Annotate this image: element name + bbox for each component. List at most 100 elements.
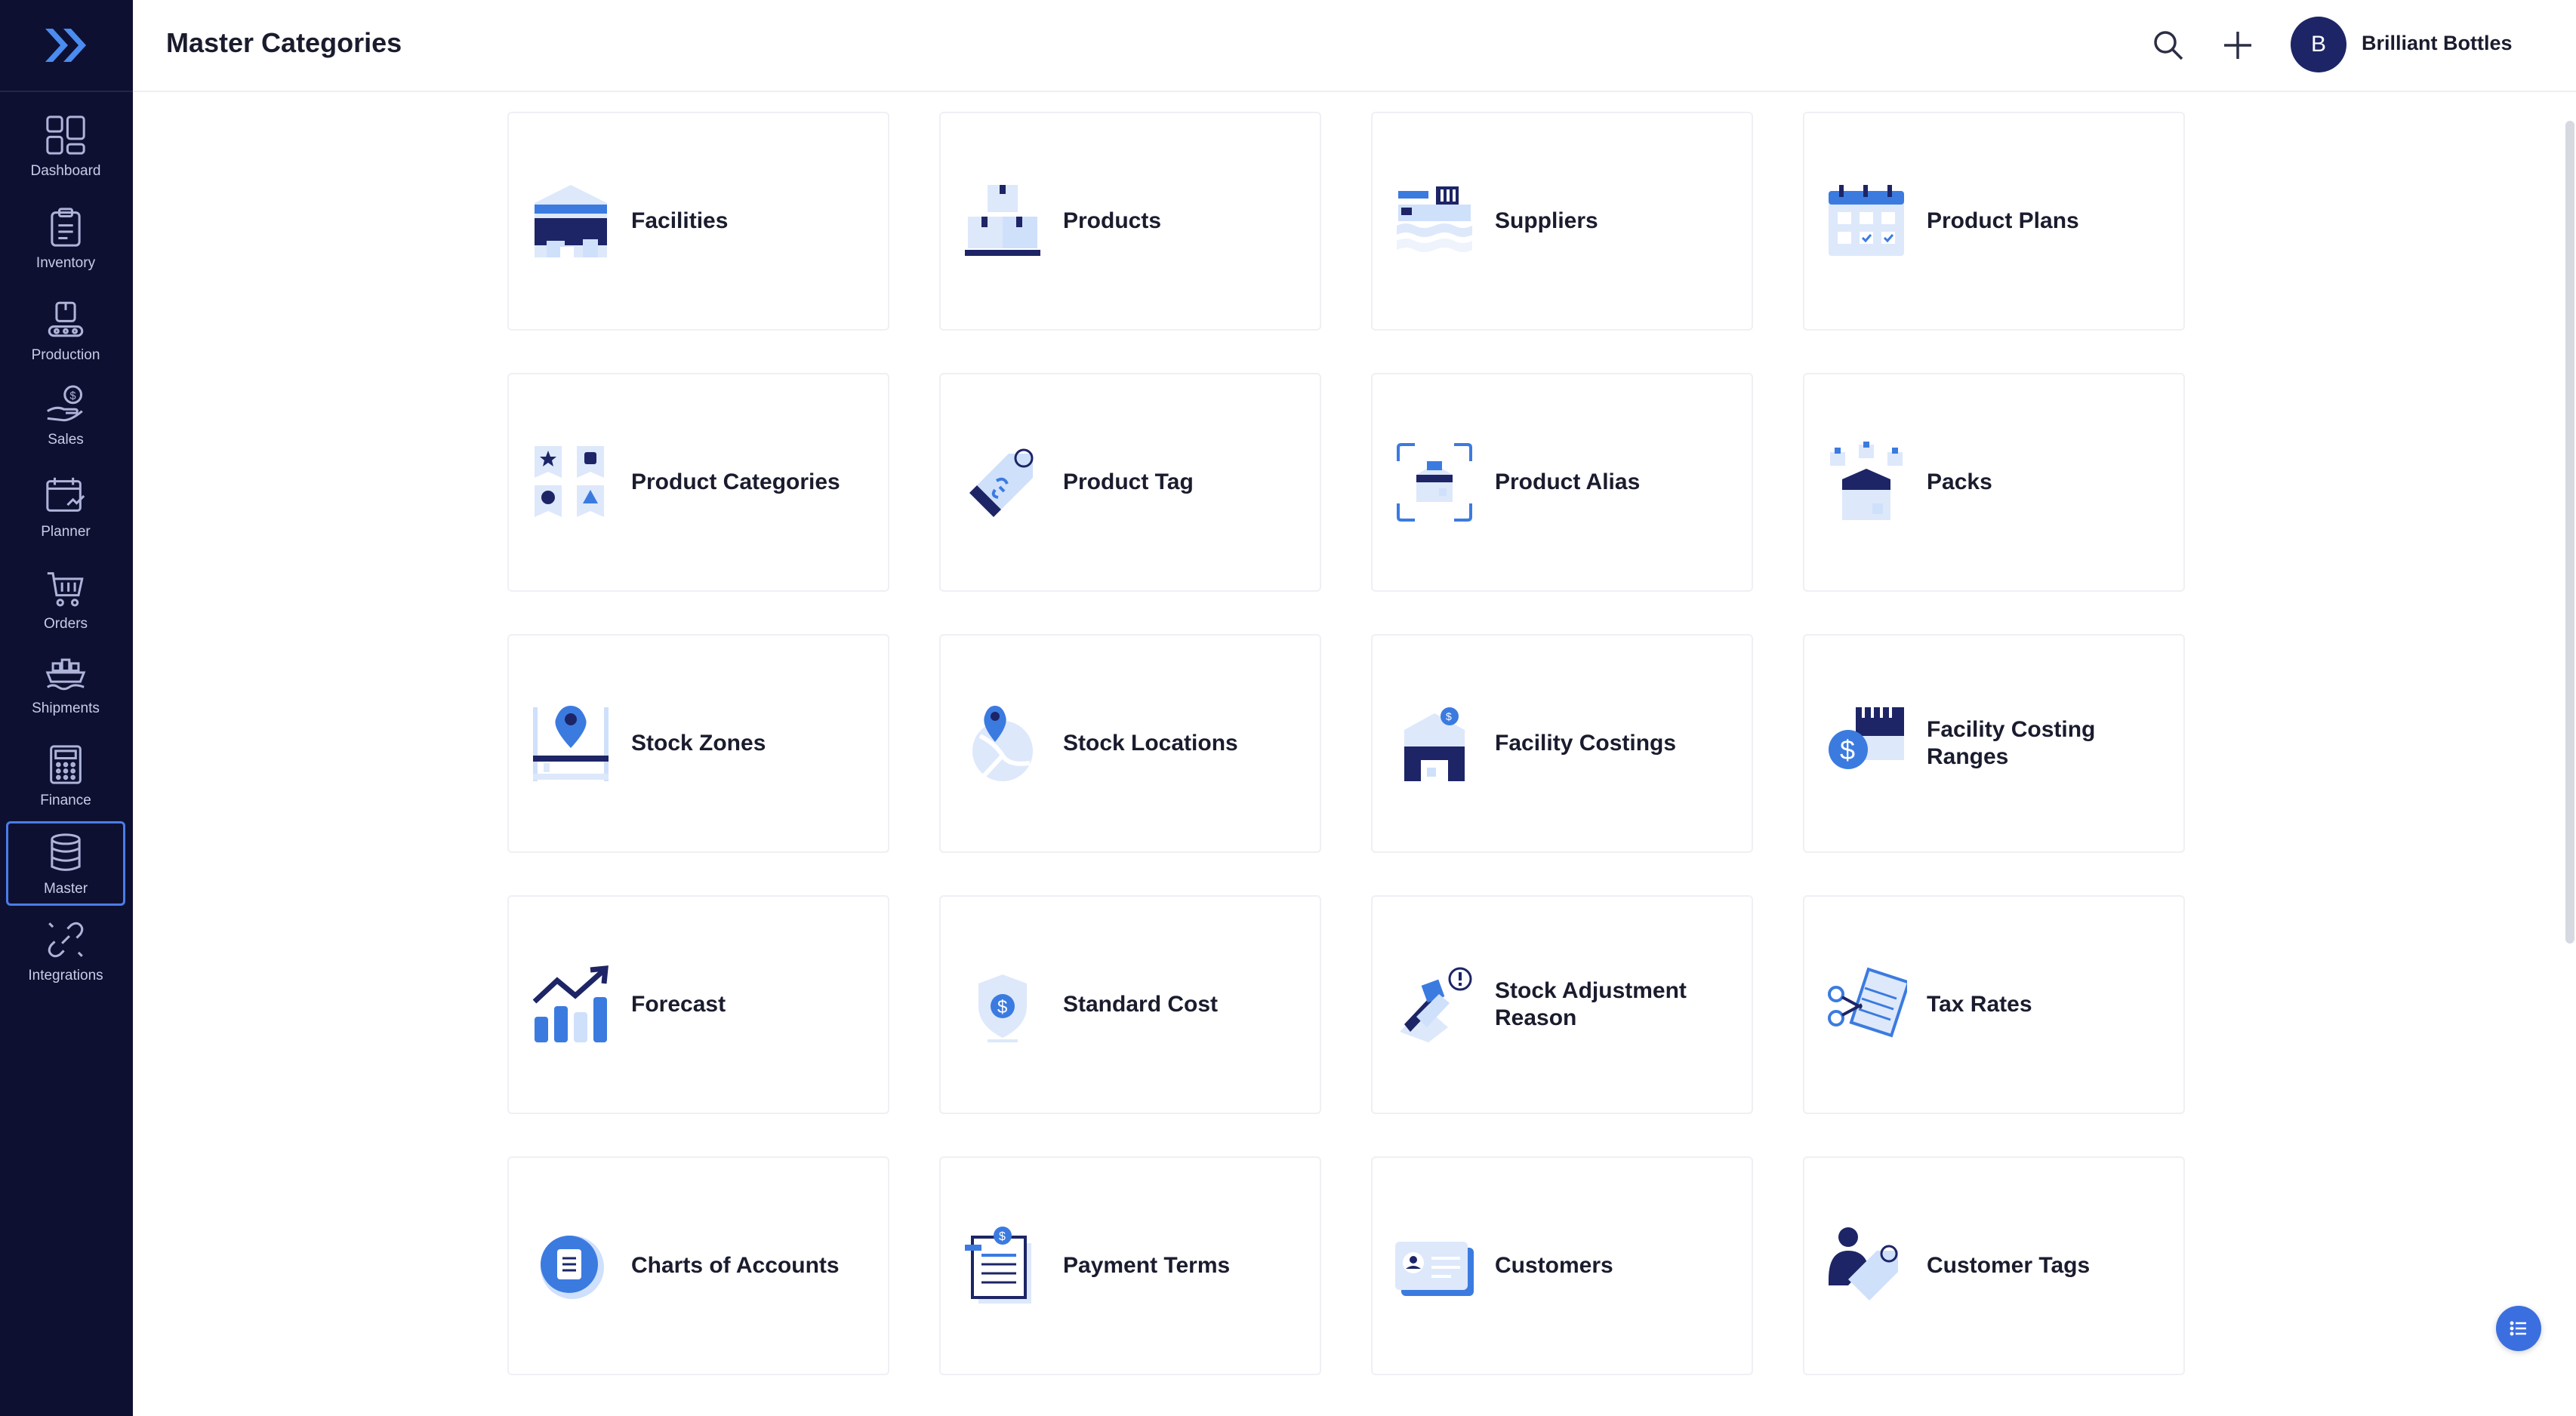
card-label: Payment Terms bbox=[1063, 1253, 1231, 1278]
planner-icon bbox=[46, 477, 85, 512]
card-product-categories[interactable]: Product Categories bbox=[507, 373, 889, 592]
card-label: Product Categories bbox=[631, 469, 840, 494]
sidebar-item-label: Orders bbox=[43, 616, 88, 632]
facility-cost-icon: $ bbox=[1404, 707, 1465, 781]
card-facility-costing-ranges[interactable]: $ Facility Costing Ranges bbox=[1803, 634, 2185, 853]
id-card-icon bbox=[1395, 1242, 1474, 1296]
forecast-chart-icon bbox=[532, 965, 609, 1042]
card-payment-terms[interactable]: $ Payment Terms bbox=[939, 1156, 1321, 1375]
customer-tag-icon bbox=[1829, 1227, 1898, 1301]
card-product-alias[interactable]: Product Alias bbox=[1371, 373, 1753, 592]
sales-icon: $ bbox=[47, 385, 83, 422]
sidebar-item-label: Sales bbox=[48, 432, 84, 448]
card-stock-locations[interactable]: Stock Locations bbox=[939, 634, 1321, 853]
sidebar-item-label: Planner bbox=[41, 524, 91, 540]
logo-chevrons-icon bbox=[45, 29, 86, 62]
card-stock-adjustment-reason[interactable]: Stock Adjustment Reason bbox=[1371, 895, 1753, 1114]
card-stock-zones[interactable]: Stock Zones bbox=[507, 634, 889, 853]
vertical-scrollbar[interactable] bbox=[2565, 121, 2574, 943]
sidebar-item-sales[interactable]: $ Sales bbox=[6, 374, 125, 459]
card-standard-cost[interactable]: $ Standard Cost bbox=[939, 895, 1321, 1114]
sidebar-item-label: Integrations bbox=[28, 968, 103, 984]
plus-icon[interactable] bbox=[2220, 27, 2256, 63]
location-globe-icon bbox=[972, 706, 1033, 781]
map-pin-shelf-icon bbox=[533, 706, 609, 781]
card-product-plans[interactable]: Product Plans bbox=[1803, 112, 2185, 331]
top-bar: Master Categories B Brilliant Bottles bbox=[133, 0, 2576, 92]
master-categories-grid: Facilities Products Suppliers Product Pl… bbox=[507, 112, 2185, 1375]
inventory-icon bbox=[51, 208, 81, 247]
card-label: Stock Adjustment Reason bbox=[1495, 978, 1687, 1030]
database-icon bbox=[51, 833, 81, 871]
sidebar-item-production[interactable]: Production bbox=[6, 290, 125, 374]
card-label: Forecast bbox=[631, 992, 726, 1017]
svg-text:$: $ bbox=[1446, 710, 1452, 722]
svg-text:$: $ bbox=[69, 390, 75, 402]
card-label: Suppliers bbox=[1495, 208, 1598, 233]
svg-text:$: $ bbox=[999, 1230, 1006, 1243]
tag-icon bbox=[969, 448, 1034, 517]
app-logo[interactable] bbox=[0, 0, 133, 92]
ship-icon bbox=[45, 658, 86, 691]
sidebar-item-shipments[interactable]: Shipments bbox=[6, 643, 125, 728]
card-label: Stock Zones bbox=[631, 731, 766, 756]
link-icon bbox=[48, 922, 84, 958]
sidebar-item-finance[interactable]: Finance bbox=[6, 735, 125, 820]
adjustment-icon bbox=[1400, 967, 1472, 1042]
sidebar-item-label: Finance bbox=[40, 793, 91, 808]
card-label: Facility Costings bbox=[1495, 731, 1677, 756]
card-customers[interactable]: Customers bbox=[1371, 1156, 1753, 1375]
card-label: Facilities bbox=[631, 208, 729, 233]
card-packs[interactable]: Packs bbox=[1803, 373, 2185, 592]
calculator-icon bbox=[50, 745, 82, 784]
production-icon bbox=[48, 301, 84, 337]
warehouse-icon bbox=[535, 185, 607, 257]
document-badge-icon bbox=[541, 1236, 604, 1299]
card-label: Product Alias bbox=[1495, 469, 1641, 494]
card-label: Charts of Accounts bbox=[631, 1253, 840, 1278]
search-icon[interactable] bbox=[2150, 27, 2186, 63]
sidebar-item-orders[interactable]: Orders bbox=[6, 559, 125, 643]
card-label: Tax Rates bbox=[1927, 992, 2032, 1017]
sidebar-item-label: Master bbox=[43, 881, 88, 897]
cost-range-icon: $ bbox=[1829, 707, 1904, 769]
card-tax-rates[interactable]: Tax Rates bbox=[1803, 895, 2185, 1114]
sidebar-item-dashboard[interactable]: Dashboard bbox=[6, 106, 125, 190]
avatar[interactable]: B bbox=[2291, 17, 2346, 72]
page-title: Master Categories bbox=[166, 27, 402, 58]
card-label: Products bbox=[1063, 208, 1162, 233]
calendar-icon bbox=[1829, 185, 1904, 256]
card-forecast[interactable]: Forecast bbox=[507, 895, 889, 1114]
card-facility-costings[interactable]: $ Facility Costings bbox=[1371, 634, 1753, 853]
invoice-dollar-icon: $ bbox=[965, 1227, 1031, 1304]
card-label: Stock Locations bbox=[1063, 731, 1238, 756]
sidebar-item-inventory[interactable]: Inventory bbox=[6, 198, 125, 282]
card-label: Customers bbox=[1495, 1253, 1613, 1278]
card-facilities[interactable]: Facilities bbox=[507, 112, 889, 331]
svg-text:$: $ bbox=[997, 997, 1007, 1017]
packs-icon bbox=[1830, 442, 1903, 520]
list-icon bbox=[2510, 1321, 2526, 1336]
account-name[interactable]: Brilliant Bottles bbox=[2362, 32, 2513, 55]
sidebar-item-integrations[interactable]: Integrations bbox=[6, 910, 125, 995]
sidebar-item-master[interactable]: Master bbox=[6, 821, 125, 906]
card-suppliers[interactable]: Suppliers bbox=[1371, 112, 1753, 331]
cart-icon bbox=[47, 572, 84, 607]
alias-box-icon bbox=[1397, 443, 1472, 522]
shield-dollar-icon: $ bbox=[978, 974, 1027, 1042]
cargo-ship-icon bbox=[1397, 186, 1472, 252]
card-label: Standard Cost bbox=[1063, 992, 1219, 1017]
card-label: Facility Costing Ranges bbox=[1927, 717, 2096, 769]
card-charts-of-accounts[interactable]: Charts of Accounts bbox=[507, 1156, 889, 1375]
card-label: Product Plans bbox=[1927, 208, 2079, 233]
dashboard-icon bbox=[46, 115, 85, 155]
boxes-icon bbox=[965, 185, 1040, 256]
card-product-tag[interactable]: Product Tag bbox=[939, 373, 1321, 592]
card-label: Customer Tags bbox=[1927, 1253, 2091, 1278]
card-customer-tags[interactable]: Customer Tags bbox=[1803, 1156, 2185, 1375]
sidebar-item-planner[interactable]: Planner bbox=[6, 466, 125, 551]
list-menu-button[interactable] bbox=[2496, 1306, 2541, 1351]
sidebar-item-label: Dashboard bbox=[30, 163, 101, 179]
card-products[interactable]: Products bbox=[939, 112, 1321, 331]
tax-scissors-icon bbox=[1828, 967, 1907, 1038]
